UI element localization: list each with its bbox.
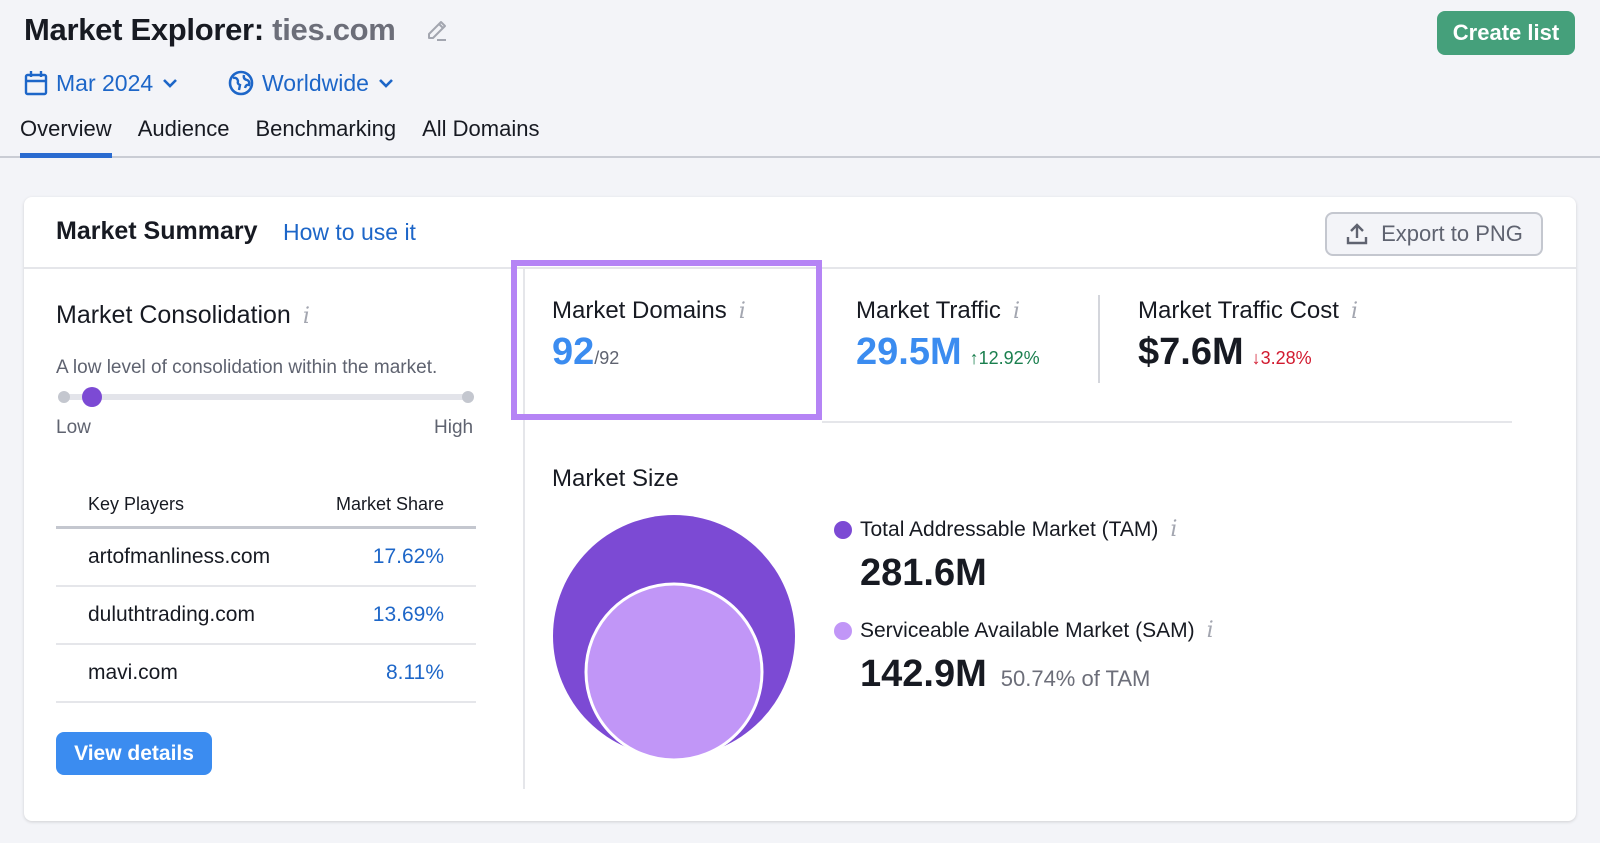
- tam-value-row: 281.6M: [860, 552, 987, 595]
- section-divider: [822, 421, 1512, 423]
- location-filter-label: Worldwide: [262, 69, 369, 96]
- tab-overview[interactable]: Overview: [20, 116, 112, 158]
- market-traffic-cost-metric: Market Traffic Cost i $7.6M ↓3.28%: [1138, 297, 1358, 374]
- pencil-edit-icon[interactable]: [424, 18, 450, 44]
- consolidation-level-marker: [82, 387, 103, 407]
- table-header: Key Players Market Share: [56, 482, 476, 529]
- export-label: Export to PNG: [1381, 221, 1523, 246]
- view-details-button[interactable]: View details: [56, 732, 212, 775]
- sam-pct-of-tam: 50.74% of TAM: [1000, 666, 1151, 691]
- market-size-title: Market Size: [552, 465, 679, 492]
- calendar-icon: [24, 71, 48, 96]
- key-players-header: Key Players: [88, 493, 185, 514]
- key-players-table: Key Players Market Share artofmanliness.…: [56, 482, 476, 703]
- globe-icon: [228, 70, 254, 96]
- player-share: 13.69%: [372, 603, 444, 626]
- metric-value-row: 92 /92: [552, 331, 746, 374]
- sam-label: Serviceable Available Market (SAM): [860, 618, 1195, 642]
- player-domain: duluthtrading.com: [88, 603, 255, 626]
- card-header: Market Summary How to use it Export to P…: [24, 197, 1576, 269]
- market-traffic-delta: ↑12.92%: [969, 348, 1040, 368]
- market-share-header: Market Share: [335, 493, 444, 514]
- tam-dot-icon: [834, 520, 852, 539]
- market-domains-value[interactable]: 92: [552, 331, 594, 374]
- info-icon[interactable]: i: [739, 299, 746, 324]
- location-filter-dropdown[interactable]: Worldwide: [228, 66, 395, 100]
- player-share: 8.11%: [386, 661, 444, 684]
- consolidation-description: A low level of consolidation within the …: [56, 357, 438, 378]
- page-title: Market Explorer: ties.com: [24, 12, 396, 48]
- sam-dot-icon: [834, 621, 852, 640]
- sam-legend: Serviceable Available Market (SAM) i: [834, 618, 1214, 643]
- table-row: artofmanliness.com 17.62%: [56, 529, 476, 587]
- page-header: Market Explorer: ties.com Create list Ma…: [0, 0, 1600, 158]
- tab-audience[interactable]: Audience: [138, 116, 230, 158]
- how-to-use-link[interactable]: How to use it: [283, 219, 416, 246]
- player-domain: artofmanliness.com: [88, 545, 271, 568]
- consolidation-track: [64, 394, 468, 400]
- info-icon[interactable]: i: [1207, 618, 1214, 643]
- metric-label: Market Domains: [552, 297, 727, 324]
- market-traffic-label: Market Traffic i: [856, 297, 1040, 325]
- create-list-button[interactable]: Create list: [1437, 11, 1575, 55]
- metric-label: Market Traffic Cost: [1138, 297, 1339, 324]
- info-icon[interactable]: i: [1013, 299, 1020, 324]
- market-domains-total: /92: [594, 348, 620, 368]
- metric-value-row: 29.5M ↑12.92%: [856, 331, 1040, 374]
- player-domain: mavi.com: [88, 661, 178, 684]
- market-size-chart: [553, 515, 795, 762]
- market-traffic-cost-delta: ↓3.28%: [1251, 348, 1312, 368]
- consolidation-high-end: [462, 391, 474, 403]
- info-icon[interactable]: i: [303, 304, 310, 329]
- tam-legend: Total Addressable Market (TAM) i: [834, 517, 1177, 542]
- metric-label: Market Traffic: [856, 297, 1001, 324]
- chevron-down-icon: [163, 79, 178, 88]
- market-summary-card: Market Summary How to use it Export to P…: [24, 197, 1576, 821]
- player-share: 17.62%: [372, 545, 444, 568]
- sam-value: 142.9M: [860, 653, 987, 695]
- sam-value-row: 142.9M 50.74% of TAM: [860, 653, 1150, 696]
- sam-circle: [584, 582, 764, 762]
- chevron-down-icon: [379, 79, 393, 88]
- tab-all-domains[interactable]: All Domains: [422, 116, 539, 158]
- low-label: Low: [56, 417, 91, 438]
- date-filter-dropdown[interactable]: Mar 2024: [24, 66, 179, 100]
- metric-divider: [1098, 295, 1100, 383]
- metric-value-row: $7.6M ↓3.28%: [1138, 331, 1358, 374]
- market-consolidation-label: Market Consolidation: [56, 301, 291, 329]
- market-traffic-metric: Market Traffic i 29.5M ↑12.92%: [856, 297, 1040, 374]
- info-icon[interactable]: i: [1170, 517, 1177, 542]
- table-row: duluthtrading.com 13.69%: [56, 587, 476, 645]
- export-png-button[interactable]: Export to PNG: [1325, 212, 1543, 256]
- info-icon[interactable]: i: [1351, 299, 1358, 324]
- consolidation-level-indicator: [56, 387, 476, 407]
- market-domains-label: Market Domains i: [552, 297, 746, 325]
- upload-icon: [1346, 223, 1368, 245]
- page-title-domain: ties.com: [272, 12, 396, 47]
- date-filter-label: Mar 2024: [56, 69, 154, 96]
- market-consolidation-title: Market Consolidation i: [56, 301, 310, 330]
- tam-label: Total Addressable Market (TAM): [860, 517, 1159, 541]
- market-domains-metric: Market Domains i 92 /92: [552, 297, 746, 374]
- card-title: Market Summary: [56, 217, 258, 245]
- market-traffic-cost-value: $7.6M: [1138, 331, 1244, 373]
- table-row: mavi.com 8.11%: [56, 645, 476, 703]
- tab-bar: Overview Audience Benchmarking All Domai…: [20, 116, 539, 158]
- tam-value: 281.6M: [860, 552, 987, 594]
- consolidation-low-end: [58, 391, 70, 403]
- page-title-prefix: Market Explorer:: [24, 12, 264, 47]
- market-traffic-cost-label: Market Traffic Cost i: [1138, 297, 1358, 325]
- tab-benchmarking[interactable]: Benchmarking: [255, 116, 396, 158]
- market-traffic-value[interactable]: 29.5M: [856, 331, 962, 374]
- high-label: High: [434, 417, 474, 438]
